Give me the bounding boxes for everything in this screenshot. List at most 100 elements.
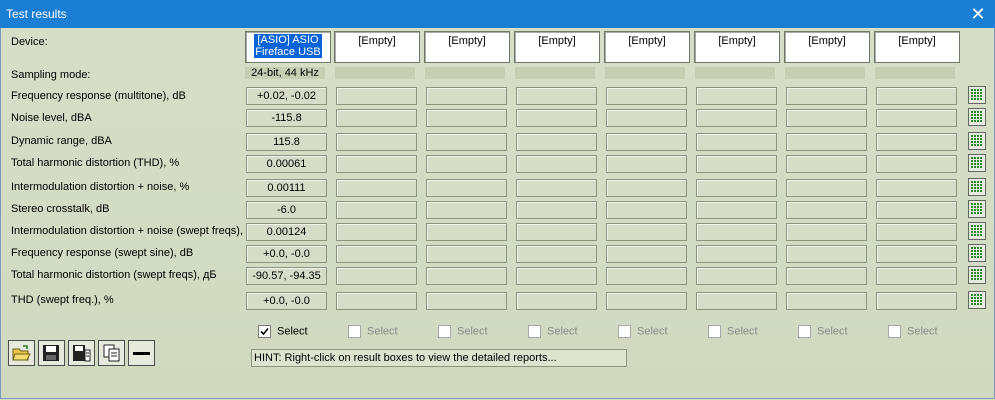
result-box[interactable]	[876, 292, 957, 310]
result-box[interactable]	[606, 87, 687, 105]
result-box[interactable]	[606, 155, 687, 173]
result-box[interactable]	[336, 133, 417, 151]
result-box[interactable]	[876, 133, 957, 151]
result-box[interactable]	[426, 223, 507, 241]
result-box[interactable]: 0.00061	[246, 155, 327, 173]
result-box[interactable]	[336, 87, 417, 105]
result-box[interactable]	[876, 179, 957, 197]
result-box[interactable]	[426, 292, 507, 310]
device-slot[interactable]: [Empty]	[874, 31, 960, 63]
checkbox-box[interactable]	[528, 325, 541, 338]
result-box[interactable]	[696, 201, 777, 219]
device-slot[interactable]: [Empty]	[514, 31, 600, 63]
result-box[interactable]	[876, 201, 957, 219]
result-box[interactable]	[786, 245, 867, 263]
checkbox-box[interactable]	[618, 325, 631, 338]
device-slot[interactable]: [ASIO] ASIO Fireface USB	[245, 31, 331, 63]
result-box[interactable]: -115.8	[246, 109, 327, 127]
result-box[interactable]	[336, 179, 417, 197]
result-box[interactable]: 115.8	[246, 133, 327, 151]
result-box[interactable]	[606, 267, 687, 285]
result-box[interactable]: +0.0, -0.0	[246, 245, 327, 263]
result-box[interactable]	[696, 109, 777, 127]
grid-view-button[interactable]	[968, 200, 986, 218]
result-box[interactable]	[516, 245, 597, 263]
copy-button[interactable]	[98, 340, 125, 366]
open-folder-button[interactable]	[8, 340, 35, 366]
result-box[interactable]: -90.57, -94.35	[246, 267, 327, 285]
result-box[interactable]	[516, 292, 597, 310]
result-box[interactable]	[786, 292, 867, 310]
device-slot[interactable]: [Empty]	[424, 31, 510, 63]
result-box[interactable]: +0.02, -0.02	[246, 87, 327, 105]
result-box[interactable]	[606, 223, 687, 241]
result-box[interactable]	[606, 292, 687, 310]
result-box[interactable]	[516, 87, 597, 105]
result-box[interactable]	[606, 179, 687, 197]
select-checkbox[interactable]: Select	[258, 325, 308, 339]
result-box[interactable]	[876, 87, 957, 105]
device-slot[interactable]: [Empty]	[784, 31, 870, 63]
checkbox-box[interactable]	[888, 325, 901, 338]
result-box[interactable]	[696, 155, 777, 173]
result-box[interactable]	[606, 201, 687, 219]
grid-view-button[interactable]	[968, 154, 986, 172]
save-button[interactable]	[38, 340, 65, 366]
result-box[interactable]	[426, 179, 507, 197]
result-box[interactable]	[876, 267, 957, 285]
select-checkbox[interactable]: Select	[798, 325, 848, 339]
select-checkbox[interactable]: Select	[348, 325, 398, 339]
result-box[interactable]	[606, 245, 687, 263]
result-box[interactable]	[606, 133, 687, 151]
result-box[interactable]	[696, 87, 777, 105]
result-box[interactable]	[516, 179, 597, 197]
result-box[interactable]	[426, 201, 507, 219]
result-box[interactable]	[516, 223, 597, 241]
grid-view-button[interactable]	[968, 86, 986, 104]
result-box[interactable]	[336, 223, 417, 241]
device-slot[interactable]: [Empty]	[694, 31, 780, 63]
result-box[interactable]	[786, 109, 867, 127]
result-box[interactable]	[696, 245, 777, 263]
result-box[interactable]	[336, 267, 417, 285]
close-icon[interactable]: ✕	[967, 3, 989, 25]
result-box[interactable]: +0.0, -0.0	[246, 292, 327, 310]
result-box[interactable]	[696, 223, 777, 241]
result-box[interactable]	[696, 179, 777, 197]
result-box[interactable]	[516, 155, 597, 173]
result-box[interactable]	[336, 201, 417, 219]
result-box[interactable]	[516, 267, 597, 285]
select-checkbox[interactable]: Select	[888, 325, 938, 339]
result-box[interactable]	[786, 155, 867, 173]
result-box[interactable]	[786, 201, 867, 219]
result-box[interactable]	[786, 87, 867, 105]
result-box[interactable]	[876, 245, 957, 263]
result-box[interactable]	[876, 155, 957, 173]
result-box[interactable]: 0.00124	[246, 223, 327, 241]
result-box[interactable]	[516, 201, 597, 219]
checkbox-box[interactable]	[798, 325, 811, 338]
result-box[interactable]	[426, 155, 507, 173]
result-box[interactable]	[336, 155, 417, 173]
result-box[interactable]	[696, 267, 777, 285]
device-slot[interactable]: [Empty]	[604, 31, 690, 63]
result-box[interactable]	[516, 133, 597, 151]
result-box[interactable]	[426, 109, 507, 127]
result-box[interactable]	[876, 223, 957, 241]
grid-view-button[interactable]	[968, 178, 986, 196]
checkbox-box[interactable]	[708, 325, 721, 338]
save-report-button[interactable]	[68, 340, 95, 366]
result-box[interactable]	[426, 133, 507, 151]
checkbox-box[interactable]	[348, 325, 361, 338]
result-box[interactable]	[426, 245, 507, 263]
select-checkbox[interactable]: Select	[708, 325, 758, 339]
result-box[interactable]: 0.00111	[246, 179, 327, 197]
result-box[interactable]	[336, 109, 417, 127]
remove-button[interactable]	[128, 340, 155, 366]
grid-view-button[interactable]	[968, 266, 986, 284]
result-box[interactable]	[786, 267, 867, 285]
result-box[interactable]	[696, 133, 777, 151]
result-box[interactable]	[426, 267, 507, 285]
result-box[interactable]	[786, 223, 867, 241]
device-slot[interactable]: [Empty]	[334, 31, 420, 63]
